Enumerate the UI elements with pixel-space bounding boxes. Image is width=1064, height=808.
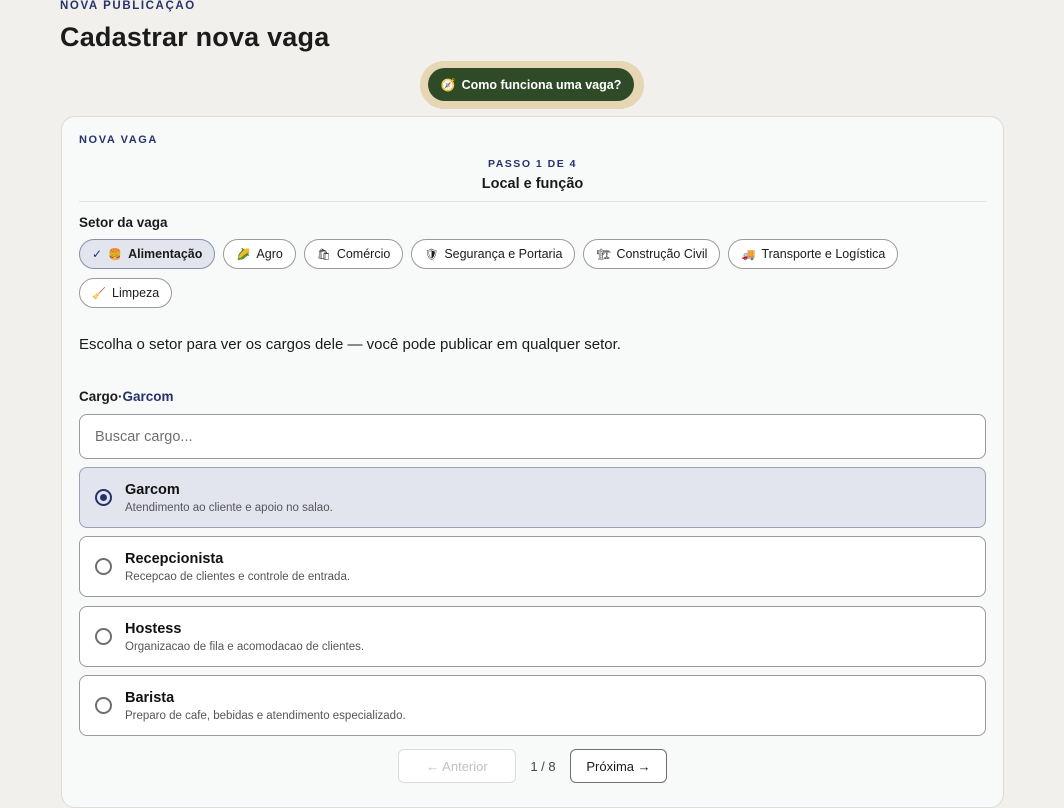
cargo-option-title: Garcom — [125, 482, 180, 498]
sector-chip-transporte[interactable]: 🚚 Transporte e Logística — [728, 239, 899, 269]
cargo-option-description: Organizacao de fila e acomodacao de clie… — [125, 641, 365, 653]
step-indicator: PASSO 1 DE 4 — [488, 158, 577, 170]
sector-chip-label: Alimentação — [128, 247, 203, 261]
card-eyebrow: NOVA VAGA — [79, 134, 158, 146]
page-counter: 1 / 8 — [530, 758, 556, 774]
sector-chip-agro[interactable]: 🌽 Agro — [223, 239, 296, 269]
burger-icon: 🍔 — [108, 248, 122, 261]
radio-icon — [95, 558, 112, 575]
cargo-option-barista[interactable]: Barista Preparo de cafe, bebidas e atend… — [79, 675, 986, 736]
cargo-option-description: Preparo de cafe, bebidas e atendimento e… — [125, 710, 406, 722]
cargo-option-title: Barista — [125, 690, 175, 706]
cargo-option-garcom[interactable]: Garcom Atendimento ao cliente e apoio no… — [79, 467, 986, 528]
page-eyebrow: NOVA PUBLICAÇÃO — [60, 0, 196, 12]
next-page-button[interactable]: Próxima → — [570, 749, 667, 783]
how-it-works-button[interactable]: 🧭 Como funciona uma vaga? — [428, 68, 634, 101]
broom-icon: 🧹 — [92, 287, 106, 300]
radio-icon — [95, 697, 112, 714]
cargo-option-description: Atendimento ao cliente e apoio no salao. — [125, 502, 333, 514]
truck-icon: 🚚 — [741, 248, 756, 261]
cargo-search-input[interactable] — [79, 414, 986, 459]
sector-chip-limpeza[interactable]: 🧹 Limpeza — [79, 278, 173, 308]
how-it-works-label: Como funciona uma vaga? — [461, 77, 622, 92]
corn-icon: 🌽 — [236, 248, 251, 261]
help-button-halo: 🧭 Como funciona uma vaga? — [420, 61, 644, 109]
shield-icon: 🛡 — [424, 248, 439, 261]
sector-chip-alimentacao[interactable]: ✓ 🍔 Alimentação — [79, 239, 216, 269]
sector-chip-seguranca[interactable]: 🛡 Segurança e Portaria — [411, 239, 576, 269]
check-icon: ✓ — [92, 247, 103, 261]
sector-helper-text: Escolha o setor para ver os cargos dele … — [79, 336, 621, 353]
pagination: ← Anterior 1 / 8 Próxima → — [62, 749, 1003, 783]
radio-selected-icon — [95, 489, 112, 506]
new-job-card: NOVA VAGA PASSO 1 DE 4 Local e função Se… — [61, 116, 1004, 808]
crane-icon: 🏗 — [596, 248, 611, 261]
sector-chips: ✓ 🍔 Alimentação 🌽 Agro 🛍 Comércio 🛡 Segu… — [79, 239, 939, 308]
sector-chip-label: Segurança e Portaria — [444, 247, 563, 261]
cargo-label-text: Cargo — [79, 389, 119, 404]
previous-page-button[interactable]: ← Anterior — [398, 749, 516, 783]
sector-chip-label: Comércio — [336, 247, 391, 261]
sector-chip-label: Transporte e Logística — [761, 247, 886, 261]
radio-icon — [95, 628, 112, 645]
sector-chip-label: Agro — [256, 247, 283, 261]
page-title: Cadastrar nova vaga — [60, 22, 330, 52]
divider — [79, 201, 986, 202]
step-title: Local e função — [481, 176, 584, 192]
cargo-option-description: Recepcao de clientes e controle de entra… — [125, 571, 351, 583]
cargo-option-title: Recepcionista — [125, 551, 224, 567]
cargo-label: Cargo·Garcom — [79, 389, 174, 404]
sector-chip-label: Construção Civil — [616, 247, 708, 261]
shopping-bags-icon: 🛍 — [316, 248, 331, 261]
cargo-option-hostess[interactable]: Hostess Organizacao de fila e acomodacao… — [79, 606, 986, 667]
sector-chip-construcao[interactable]: 🏗 Construção Civil — [583, 239, 721, 269]
compass-icon: 🧭 — [440, 77, 456, 92]
cargo-selected-value: Garcom — [122, 389, 174, 404]
cargo-option-recepcionista[interactable]: Recepcionista Recepcao de clientes e con… — [79, 536, 986, 597]
sector-label: Setor da vaga — [79, 215, 168, 230]
sector-chip-label: Limpeza — [112, 286, 160, 300]
sector-chip-comercio[interactable]: 🛍 Comércio — [303, 239, 404, 269]
cargo-option-title: Hostess — [125, 621, 182, 637]
